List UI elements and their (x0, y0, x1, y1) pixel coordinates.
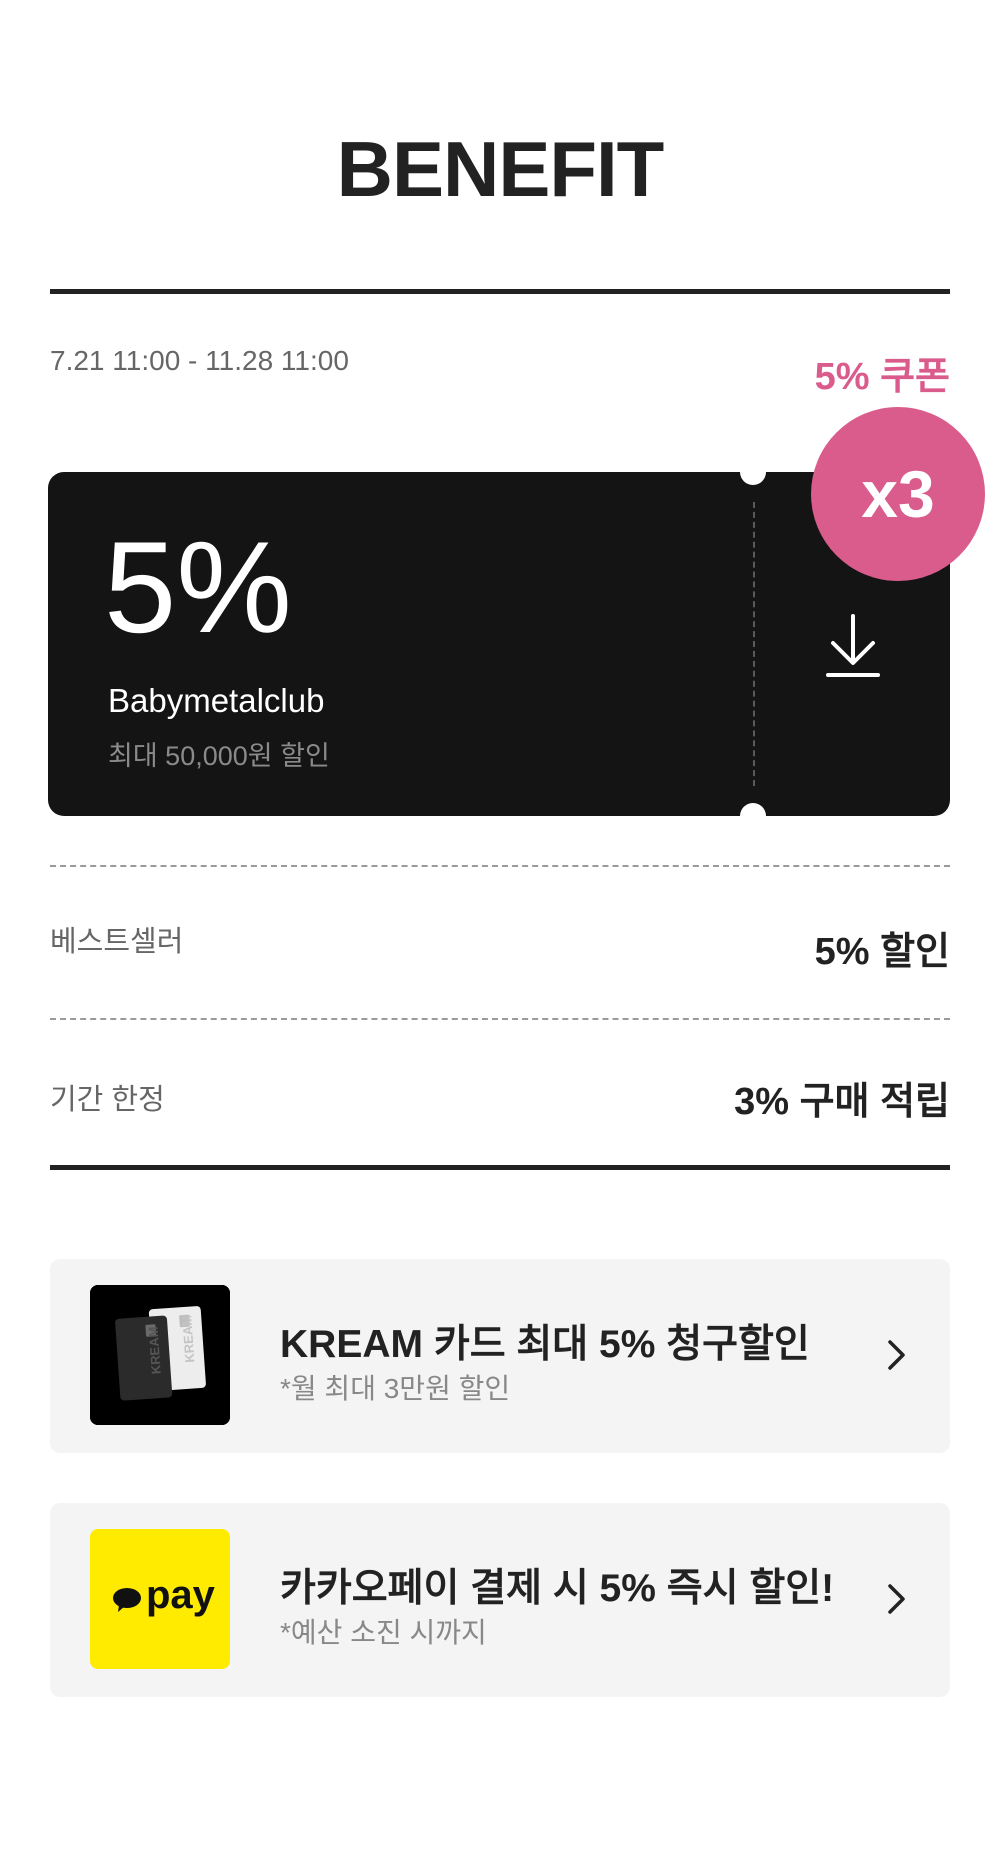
coupon-percent: 5% (104, 514, 292, 660)
kakaopay-promo-title: 카카오페이 결제 시 5% 즉시 할인! (280, 1567, 835, 1610)
kream-promo-title: KREAM 카드 최대 5% 청구할인 (280, 1323, 810, 1366)
coupon-brand: Babymetalclub (108, 682, 325, 719)
download-icon[interactable] (823, 612, 883, 680)
dashed-divider (50, 865, 950, 867)
kream-promo-subtitle: *월 최대 3만원 할인 (280, 1373, 511, 1404)
coupon-ticket[interactable]: 5% Babymetalclub 최대 50,000원 할인 (48, 459, 950, 829)
coupon-count-badge: x3 (811, 407, 985, 581)
ticket-notch-top (740, 459, 766, 485)
kream-card-promo[interactable]: KREAM KREAM KREAM 카드 최대 5% 청구할인 *월 최대 3만… (50, 1259, 950, 1453)
benefit-label-bestseller: 베스트셀러 (50, 926, 184, 958)
coupon-period: 7.21 11:00 - 11.28 11:00 (50, 345, 349, 376)
chevron-right-icon[interactable] (878, 1337, 914, 1373)
coupon-tag: 5% 쿠폰 (814, 356, 950, 398)
ticket-notch-bottom (740, 803, 766, 829)
benefit-label-limited: 기간 한정 (50, 1084, 165, 1116)
chevron-right-icon[interactable] (878, 1581, 914, 1617)
kream-card-image: KREAM KREAM (90, 1285, 230, 1425)
kakaopay-promo[interactable]: pay 카카오페이 결제 시 5% 즉시 할인! *예산 소진 시까지 (50, 1503, 950, 1697)
kakaopay-logo-text: pay (146, 1573, 215, 1617)
page-title: BENEFIT (336, 125, 665, 213)
ticket-perforation (753, 502, 755, 786)
kakaopay-logo: pay (90, 1529, 230, 1669)
benefit-value-limited: 3% 구매 적립 (734, 1081, 950, 1123)
kakaopay-promo-subtitle: *예산 소진 시까지 (280, 1617, 487, 1648)
coupon-limit: 최대 50,000원 할인 (108, 741, 330, 771)
benefit-value-bestseller: 5% 할인 (814, 931, 950, 973)
dashed-divider (50, 1018, 950, 1020)
section-top-divider (50, 289, 950, 294)
section-bottom-divider (50, 1165, 950, 1170)
speech-bubble-icon (113, 1588, 141, 1612)
